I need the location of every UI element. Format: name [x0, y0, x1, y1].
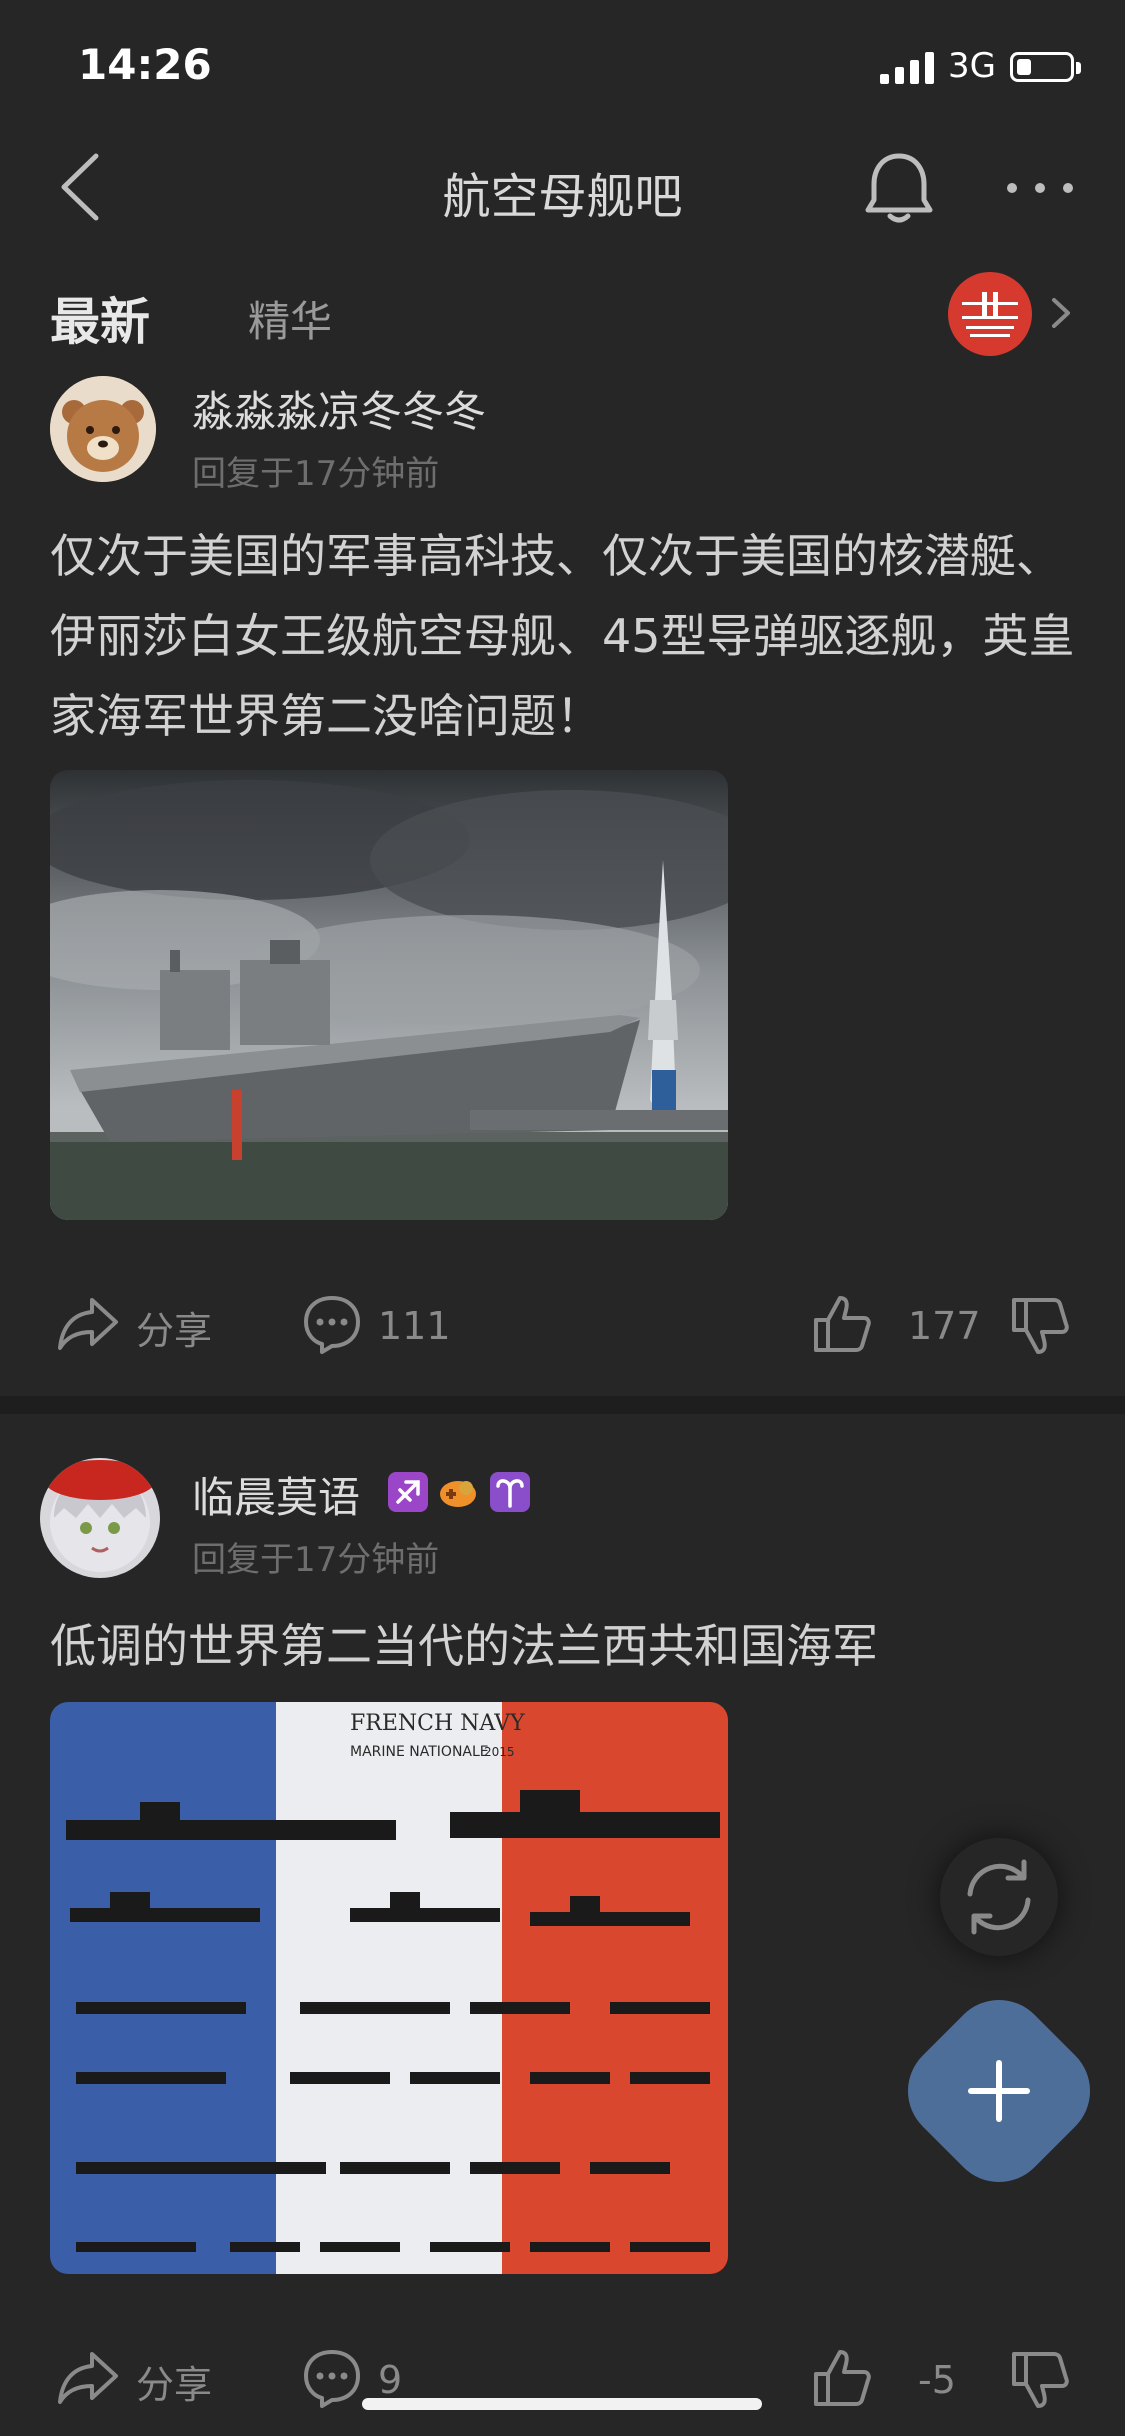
comment-count[interactable]: 9 — [378, 2358, 402, 2402]
refresh-icon — [967, 1859, 1031, 1935]
comment-count[interactable]: 111 — [378, 1304, 451, 1348]
aircraft-carrier-image[interactable] — [50, 770, 728, 1220]
tab-latest[interactable]: 最新 — [50, 282, 150, 354]
post-timestamp: 回复于17分钟前 — [192, 1540, 440, 1580]
thumbs-down-icon[interactable] — [1010, 1296, 1070, 1358]
plus-icon[interactable] — [920, 2012, 1078, 2170]
battery-cap — [1076, 62, 1081, 74]
comment-icon[interactable] — [302, 1294, 362, 1354]
cell-signal-icon — [880, 52, 934, 84]
like-count: 177 — [908, 1304, 981, 1348]
status-time: 14:26 — [78, 40, 212, 89]
poster-subtitle: MARINE NATIONALE — [350, 1744, 489, 1760]
comment-icon[interactable] — [302, 2348, 362, 2408]
chevron-right-icon[interactable] — [1050, 296, 1072, 330]
bell-icon[interactable] — [862, 150, 936, 226]
post-content[interactable]: 仅次于美国的军事高科技、仅次于美国的核潜艇、伊丽莎白女王级航空母舰、45型导弹驱… — [50, 516, 1080, 756]
post-username[interactable]: 淼淼淼凉冬冬冬 — [192, 378, 486, 439]
sagittarius-icon — [388, 1472, 428, 1512]
avatar[interactable] — [50, 376, 156, 482]
share-icon[interactable] — [56, 2350, 120, 2406]
poster-title: FRENCH NAVY — [350, 1711, 525, 1736]
network-type: 3G — [948, 46, 996, 86]
post-timestamp: 回复于17分钟前 — [192, 454, 440, 494]
share-label[interactable]: 分享 — [136, 2354, 212, 2409]
page-title: 航空母舰吧 — [442, 169, 683, 225]
thumbs-up-icon[interactable] — [812, 2346, 872, 2408]
thumbs-down-icon[interactable] — [1010, 2350, 1070, 2412]
avatar[interactable] — [40, 1458, 160, 1578]
share-icon[interactable] — [56, 1296, 120, 1352]
french-navy-poster-image[interactable]: FRENCH NAVY MARINE NATIONALE 2015 — [50, 1702, 728, 2274]
game-controller-icon — [438, 1472, 478, 1512]
home-indicator[interactable] — [362, 2398, 762, 2410]
like-count: -5 — [918, 2358, 956, 2402]
post-content[interactable]: 低调的世界第二当代的法兰西共和国海军 — [50, 1606, 1080, 1686]
live-badge-icon[interactable] — [948, 272, 1032, 356]
battery-icon — [1010, 52, 1074, 82]
post-username[interactable]: 临晨莫语 — [192, 1464, 360, 1525]
refresh-button[interactable] — [940, 1838, 1058, 1956]
more-icon[interactable] — [1005, 178, 1075, 198]
tab-featured[interactable]: 精华 — [248, 288, 332, 349]
share-label[interactable]: 分享 — [136, 1300, 212, 1355]
thumbs-up-icon[interactable] — [812, 1292, 872, 1354]
aries-icon — [490, 1472, 530, 1512]
post-divider — [0, 1396, 1125, 1414]
poster-year: 2015 — [484, 1745, 515, 1759]
